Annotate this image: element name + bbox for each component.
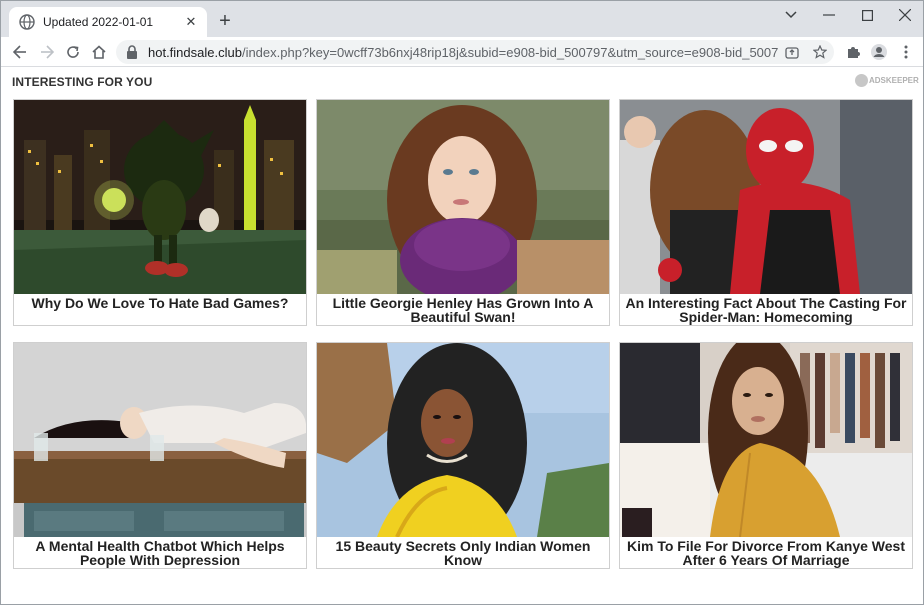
- active-tab[interactable]: Updated 2022-01-01 ✕: [9, 7, 207, 37]
- ad-card[interactable]: Kim To File For Divorce From Kanye West …: [619, 342, 913, 569]
- card-title[interactable]: An Interesting Fact About The Casting Fo…: [624, 296, 908, 324]
- section-title: INTERESTING FOR YOU: [12, 75, 153, 89]
- ad-card[interactable]: An Interesting Fact About The Casting Fo…: [619, 99, 913, 326]
- bookmark-star-icon[interactable]: [812, 44, 828, 60]
- ad-card[interactable]: 15 Beauty Secrets Only Indian Women Know: [316, 342, 610, 569]
- adskeeper-logo-icon: [855, 74, 868, 87]
- reload-icon[interactable]: [62, 41, 84, 63]
- card-title[interactable]: 15 Beauty Secrets Only Indian Women Know: [321, 539, 605, 567]
- close-window-icon[interactable]: [891, 5, 919, 25]
- profile-avatar-icon[interactable]: [868, 41, 890, 63]
- forward-icon[interactable]: [36, 41, 58, 63]
- title-bar: Updated 2022-01-01 ✕ +: [1, 1, 923, 37]
- url-host: hot.findsale.club: [148, 44, 242, 60]
- lock-icon: [127, 45, 137, 59]
- ad-card[interactable]: A Mental Health Chatbot Which Helps Peop…: [13, 342, 307, 569]
- card-image-hedgehog[interactable]: [14, 100, 306, 294]
- card-image-spiderman[interactable]: [620, 100, 912, 294]
- adskeeper-brand: ADSKEEPER: [869, 76, 919, 85]
- address-bar[interactable]: hot.findsale.club/index.php?key=0wcff73b…: [116, 40, 834, 64]
- adskeeper-logo[interactable]: ADSKEEPER: [855, 74, 919, 87]
- home-icon[interactable]: [88, 41, 110, 63]
- card-image-indian-woman[interactable]: [317, 343, 609, 537]
- card-image-girl[interactable]: [317, 100, 609, 294]
- card-title[interactable]: Why Do We Love To Hate Bad Games?: [18, 296, 302, 310]
- ad-card[interactable]: Little Georgie Henley Has Grown Into A B…: [316, 99, 610, 326]
- share-icon[interactable]: [784, 44, 800, 60]
- new-tab-button[interactable]: +: [215, 11, 235, 31]
- back-icon[interactable]: [9, 41, 31, 63]
- card-image-kim[interactable]: [620, 343, 912, 537]
- ad-card[interactable]: Why Do We Love To Hate Bad Games?: [13, 99, 307, 326]
- globe-icon: [19, 14, 35, 30]
- url-path: /index.php?key=0wcff73b6nxj48rip18j&subi…: [241, 44, 778, 60]
- tab-close-icon[interactable]: ✕: [183, 14, 199, 30]
- card-title[interactable]: A Mental Health Chatbot Which Helps Peop…: [18, 539, 302, 567]
- extensions-icon[interactable]: [842, 41, 864, 63]
- card-title[interactable]: Little Georgie Henley Has Grown Into A B…: [321, 296, 605, 324]
- tab-search-icon[interactable]: [777, 5, 805, 25]
- tab-title: Updated 2022-01-01: [43, 15, 154, 29]
- card-image-woman-table[interactable]: [14, 343, 306, 537]
- maximize-icon[interactable]: [853, 5, 881, 25]
- minimize-icon[interactable]: [815, 5, 843, 25]
- browser-toolbar: hot.findsale.club/index.php?key=0wcff73b…: [1, 37, 923, 67]
- browser-window: Updated 2022-01-01 ✕ + hot.findsale.club…: [0, 0, 924, 605]
- menu-kebab-icon[interactable]: [895, 41, 917, 63]
- web-page: INTERESTING FOR YOU ADSKEEPER Why Do We …: [1, 68, 923, 604]
- card-title[interactable]: Kim To File For Divorce From Kanye West …: [624, 539, 908, 567]
- url-text[interactable]: hot.findsale.club/index.php?key=0wcff73b…: [148, 45, 778, 60]
